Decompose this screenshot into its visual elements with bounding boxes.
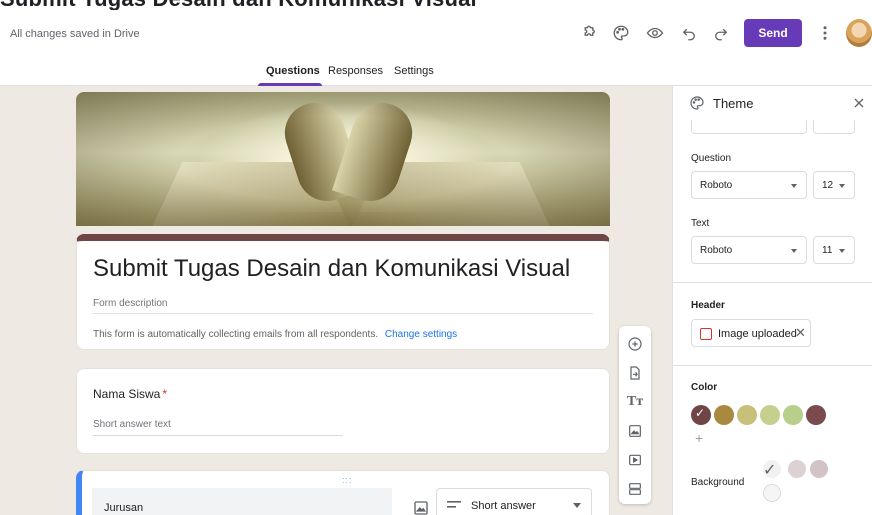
color-swatch[interactable] <box>760 405 780 425</box>
background-swatch[interactable]: ✓ <box>763 460 781 479</box>
text-font-select[interactable]: Roboto <box>691 236 807 264</box>
chevron-down-icon <box>791 249 797 253</box>
avatar[interactable] <box>846 19 872 47</box>
add-title-icon[interactable]: Tт <box>625 392 645 412</box>
question-font-select[interactable]: Roboto <box>691 171 807 199</box>
more-vert-icon[interactable] <box>814 22 836 44</box>
short-answer-placeholder: Short answer text <box>93 419 171 430</box>
tab-settings[interactable]: Settings <box>394 65 434 77</box>
header-section-label: Header <box>691 300 725 311</box>
import-questions-icon[interactable] <box>625 363 645 383</box>
send-button[interactable]: Send <box>744 19 802 47</box>
header-image-chip-label: Image uploaded <box>718 328 797 340</box>
color-swatch[interactable] <box>806 405 826 425</box>
color-swatch[interactable] <box>714 405 734 425</box>
header-image-chip[interactable]: Image uploaded ✕ <box>691 319 811 347</box>
collect-email-text: This form is automatically collecting em… <box>93 329 379 340</box>
top-bar: All changes saved in Drive Send <box>0 10 872 56</box>
text-style-label: Text <box>691 218 710 229</box>
header-image <box>76 92 610 226</box>
add-custom-color-icon[interactable]: + <box>695 430 703 446</box>
page-title: Submit Tugas Desain dan Komunikasi Visua… <box>0 0 477 10</box>
image-icon <box>700 328 712 340</box>
background-swatch[interactable] <box>810 460 828 478</box>
tab-bar: Questions Responses Settings <box>0 56 872 86</box>
theme-panel-header: Theme <box>673 86 872 120</box>
add-question-icon[interactable] <box>625 334 645 354</box>
color-swatch[interactable] <box>737 405 757 425</box>
text-size-select[interactable]: 11 <box>813 236 855 264</box>
tab-questions[interactable]: Questions <box>266 65 320 77</box>
question-label: Nama Siswa <box>93 387 161 401</box>
change-settings-link[interactable]: Change settings <box>385 329 457 340</box>
form-canvas: Submit Tugas Desain dan Komunikasi Visua… <box>0 86 672 515</box>
palette-icon <box>689 95 705 111</box>
chevron-down-icon <box>839 184 845 188</box>
question-style-label: Question <box>691 153 732 164</box>
add-section-icon[interactable] <box>625 479 645 499</box>
question-font-value: Roboto <box>700 180 733 191</box>
question-title-input[interactable]: Jurusan <box>92 488 392 515</box>
check-icon: ✓ <box>695 406 706 420</box>
remove-image-icon[interactable]: ✕ <box>795 325 806 341</box>
drag-handle-icon[interactable]: ::: <box>342 475 353 485</box>
add-video-icon[interactable] <box>625 450 645 470</box>
question-size-select[interactable]: 12 <box>813 171 855 199</box>
undo-icon[interactable] <box>678 22 700 44</box>
question-title-text: Jurusan <box>104 502 144 514</box>
collect-email-notice: This form is automatically collecting em… <box>93 329 457 340</box>
text-size-value: 11 <box>822 245 833 256</box>
color-swatch[interactable]: ✓ <box>691 405 711 425</box>
divider <box>673 282 872 283</box>
question-size-value: 12 <box>822 180 834 191</box>
answer-underline <box>93 435 343 436</box>
redo-icon[interactable] <box>710 22 732 44</box>
theme-panel-title: Theme <box>713 96 754 111</box>
add-image-icon[interactable] <box>412 499 430 515</box>
question-title: Nama Siswa * <box>93 387 167 401</box>
addon-puzzle-icon[interactable] <box>578 22 600 44</box>
divider <box>93 313 593 314</box>
chevron-down-icon <box>791 184 797 188</box>
eye-preview-icon[interactable] <box>644 22 666 44</box>
tab-responses[interactable]: Responses <box>328 65 383 77</box>
text-font-value: Roboto <box>700 245 733 256</box>
question-type-select[interactable]: Short answer <box>436 488 592 515</box>
background-swatch[interactable] <box>788 460 806 478</box>
active-question-card[interactable]: ::: Jurusan Short answer <box>76 470 610 515</box>
palette-icon[interactable] <box>610 22 632 44</box>
form-description-field[interactable]: Form description <box>93 298 167 309</box>
form-title[interactable]: Submit Tugas Desain dan Komunikasi Visua… <box>93 255 570 283</box>
check-icon: ✓ <box>763 462 777 479</box>
add-image-icon[interactable] <box>625 421 645 441</box>
chevron-down-icon <box>839 249 845 253</box>
form-title-card: Submit Tugas Desain dan Komunikasi Visua… <box>76 234 610 350</box>
color-swatch[interactable] <box>783 405 803 425</box>
background-swatch[interactable] <box>763 484 781 502</box>
color-section-label: Color <box>691 382 718 393</box>
title-sliver: Submit Tugas Desain dan Komunikasi Visua… <box>0 0 520 10</box>
background-section-label: Background <box>691 477 745 488</box>
required-asterisk: * <box>162 387 168 401</box>
question-card[interactable]: Nama Siswa * Short answer text <box>76 368 610 454</box>
chevron-down-icon <box>573 503 581 508</box>
close-icon[interactable] <box>851 95 867 111</box>
divider <box>673 365 872 366</box>
floating-toolbar: Tт <box>619 326 651 504</box>
saved-status: All changes saved in Drive <box>10 28 140 40</box>
short-answer-icon <box>447 501 461 508</box>
theme-panel: Theme Question Roboto 12 Text Roboto 11 … <box>672 86 872 515</box>
question-type-label: Short answer <box>471 500 536 512</box>
